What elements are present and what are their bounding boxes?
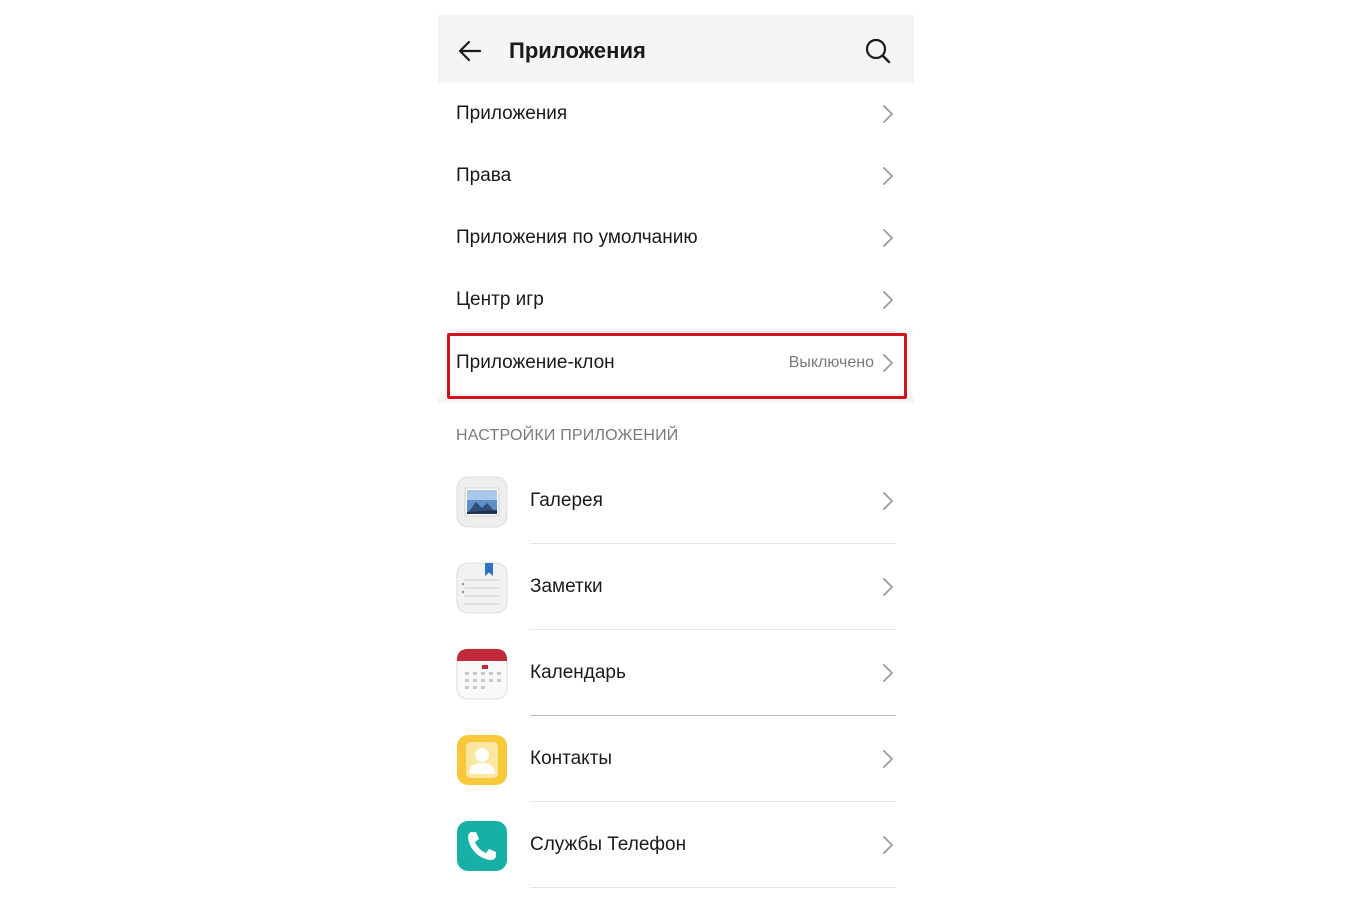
menu-item-permissions[interactable]: Права xyxy=(438,145,914,207)
back-button[interactable] xyxy=(452,33,488,69)
chevron-right-icon xyxy=(883,578,893,596)
app-item-label: Галерея xyxy=(530,490,603,511)
app-item-contacts[interactable]: Контакты xyxy=(438,716,914,802)
chevron-right-icon xyxy=(883,167,893,185)
chevron-right-icon xyxy=(883,492,893,510)
chevron-right-icon xyxy=(883,750,893,768)
gallery-icon xyxy=(456,476,508,528)
divider xyxy=(530,887,896,888)
app-item-label: Заметки xyxy=(530,576,603,597)
menu-item-label: Права xyxy=(456,165,512,186)
menu-item-label: Приложение-клон xyxy=(456,352,615,373)
section-header: НАСТРОЙКИ ПРИЛОЖЕНИЙ xyxy=(456,427,679,444)
menu-item-game-center[interactable]: Центр игр xyxy=(438,269,914,331)
chevron-right-icon xyxy=(883,291,893,309)
contacts-icon xyxy=(457,735,507,785)
app-item-notes[interactable]: Заметки xyxy=(438,544,914,630)
app-item-gallery[interactable]: Галерея xyxy=(438,458,914,544)
app-twin-status: Выключено xyxy=(788,354,874,371)
app-item-label: Календарь xyxy=(530,662,626,683)
menu-item-label: Приложения xyxy=(456,103,568,124)
app-item-calendar[interactable]: Календарь xyxy=(438,630,914,716)
app-item-label: Контакты xyxy=(530,748,613,769)
app-item-label: Службы Телефон xyxy=(530,834,687,855)
notes-icon xyxy=(456,562,508,614)
chevron-right-icon xyxy=(883,664,893,682)
menu-item-app-twin[interactable]: Приложение-клон Выключено xyxy=(438,332,914,394)
phone-icon xyxy=(457,821,507,871)
search-icon xyxy=(865,38,891,64)
menu-item-label: Центр игр xyxy=(456,289,544,310)
app-item-phone-services[interactable]: Службы Телефон xyxy=(438,802,914,888)
menu-item-default-apps[interactable]: Приложения по умолчанию xyxy=(438,207,914,269)
arrow-left-icon xyxy=(458,40,482,62)
chevron-right-icon xyxy=(883,354,893,372)
calendar-icon xyxy=(456,648,508,700)
chevron-right-icon xyxy=(883,836,893,854)
settings-screen: Приложения Приложения Права Приложения п… xyxy=(438,15,914,900)
search-button[interactable] xyxy=(860,33,896,69)
menu-item-apps[interactable]: Приложения xyxy=(438,83,914,145)
chevron-right-icon xyxy=(883,105,893,123)
page-title: Приложения xyxy=(509,38,646,63)
menu-item-label: Приложения по умолчанию xyxy=(456,227,698,248)
app-bar: Приложения xyxy=(438,15,914,83)
chevron-right-icon xyxy=(883,229,893,247)
